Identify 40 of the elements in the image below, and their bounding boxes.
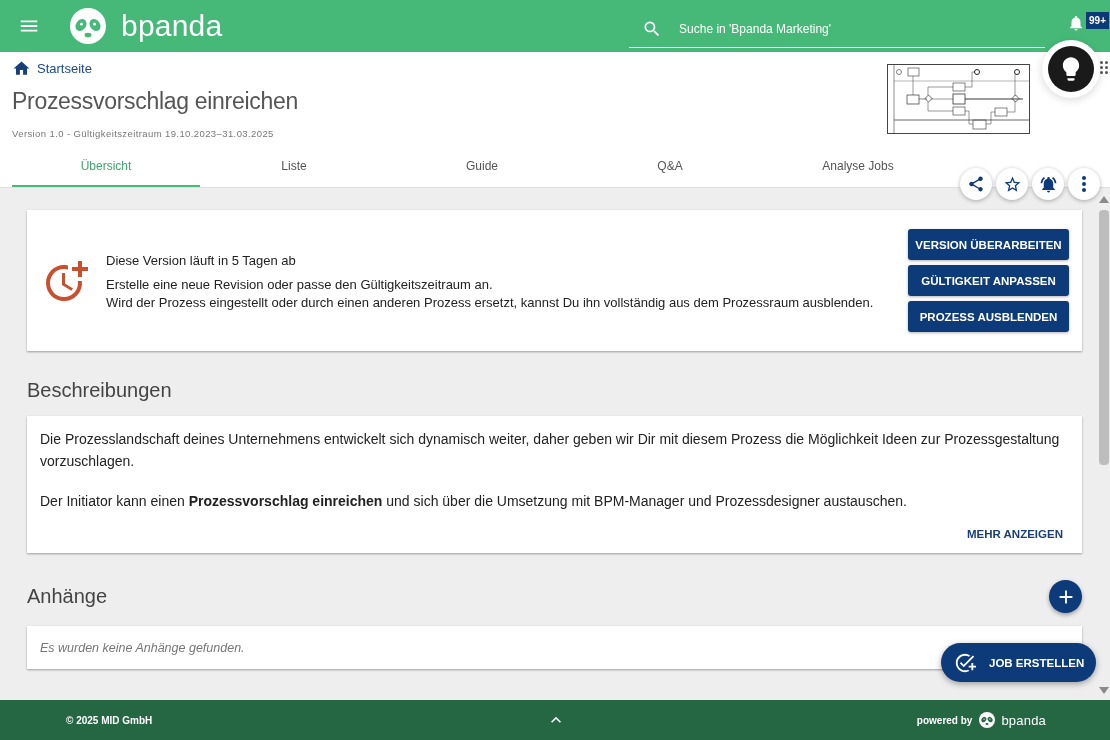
description-paragraph: Der Initiator kann einen Prozessvorschlag einreichen und sich über die Umsetzung mit BPM-Manager und Prozessdesigner austauschen. bbox=[40, 492, 908, 511]
tab[interactable]: Q&A bbox=[576, 146, 764, 187]
scroll-up-arrow-icon[interactable] bbox=[1098, 196, 1109, 203]
task-add-icon bbox=[954, 651, 976, 674]
create-job-button[interactable]: JOB ERSTELLEN bbox=[941, 643, 1096, 682]
notice-action-button[interactable]: VERSION ÜBERARBEITEN bbox=[908, 229, 1069, 260]
notification-badge: 99+ bbox=[1086, 12, 1109, 29]
copyright-text: © 2025 MID GmbH bbox=[66, 714, 153, 726]
empty-message: Es wurden keine Anhänge gefunden. bbox=[40, 640, 245, 655]
panda-logo-icon bbox=[70, 8, 106, 44]
apps-grid-icon[interactable] bbox=[1100, 61, 1108, 74]
search-field[interactable]: Suche in 'Bpanda Marketing' bbox=[679, 18, 1046, 39]
add-attachment-button[interactable] bbox=[1049, 580, 1082, 613]
tab[interactable]: Liste bbox=[200, 146, 388, 187]
breadcrumb-text: Startseite bbox=[37, 61, 92, 76]
breadcrumb-link[interactable]: Startseite bbox=[12, 59, 92, 78]
scrollbar-thumb[interactable] bbox=[1098, 210, 1109, 465]
logo-text: bpanda bbox=[121, 9, 223, 43]
page-title: Prozessvorschlag einreichen bbox=[12, 88, 298, 115]
notice-action-button[interactable]: PROZESS AUSBLENDEN bbox=[908, 301, 1069, 332]
description-paragraph: Die Prozesslandschaft deines Unternehmens entwickelt sich dynamisch weiter, daher geben wir Dir mit diesem Prozess die Möglichkeit Ideen zur Prozessgestaltung vorzuschlagen. bbox=[40, 430, 1061, 471]
notice-text: Erstelle eine neue Revision oder passe den Gültigkeitszeitraum an. bbox=[106, 276, 493, 294]
footer-logo-text: bpanda bbox=[1001, 712, 1046, 728]
panda-logo-icon bbox=[979, 712, 996, 728]
version-info: Version 1.0 - Gültigkeitszeitraum 19.10.2023–31.03.2025 bbox=[12, 128, 274, 139]
notice-text: Wird der Prozess eingestellt oder durch einen anderen Prozess ersetzt, kannst Du ihn vollständig aus dem Prozessraum ausblenden. bbox=[106, 294, 874, 312]
scroll-down-arrow-icon[interactable] bbox=[1098, 687, 1109, 694]
section-heading: Anhänge bbox=[27, 585, 108, 608]
more-icon bbox=[1082, 176, 1086, 192]
tab[interactable]: Analyse Jobs bbox=[764, 146, 952, 187]
section-heading: Beschreibungen bbox=[27, 379, 172, 402]
powered-by-text: powered by bbox=[916, 714, 973, 726]
bell-ringing-icon bbox=[1038, 174, 1058, 194]
notice-title: Diese Version läuft in 5 Tagen ab bbox=[106, 253, 296, 268]
show-more-link[interactable]: MEHR ANZEIGEN bbox=[966, 528, 1063, 540]
home-icon bbox=[12, 59, 31, 78]
star-icon bbox=[1002, 174, 1022, 194]
share-icon bbox=[967, 175, 985, 193]
notice-action-button[interactable]: GÜLTIGKEIT ANPASSEN bbox=[908, 265, 1069, 296]
tab[interactable]: Guide bbox=[388, 146, 576, 187]
